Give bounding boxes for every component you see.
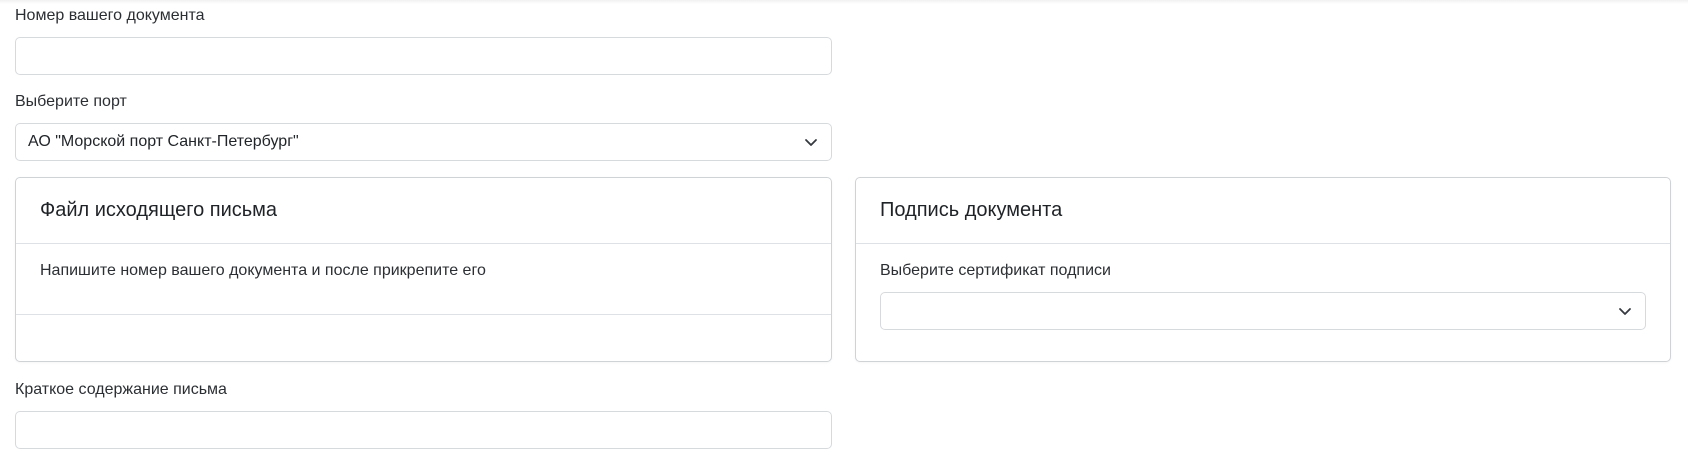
outgoing-file-card: Файл исходящего письма Напишите номер ва…: [15, 177, 832, 362]
port-select-value: АО "Морской порт Санкт-Петербург": [28, 133, 299, 150]
outgoing-file-card-header: Файл исходящего письма: [16, 178, 831, 244]
certificate-label: Выберите сертификат подписи: [880, 262, 1111, 279]
outgoing-file-card-footer: [16, 314, 831, 361]
top-divider: [0, 0, 1688, 4]
outgoing-file-hint: Напишите номер вашего документа и после …: [40, 262, 486, 279]
certificate-select[interactable]: [880, 292, 1646, 330]
signature-card-title: Подпись документа: [880, 199, 1063, 221]
signature-card: Подпись документа Выберите сертификат по…: [855, 177, 1671, 362]
summary-input[interactable]: [15, 411, 832, 449]
outgoing-file-card-title: Файл исходящего письма: [40, 199, 278, 221]
port-select[interactable]: АО "Морской порт Санкт-Петербург": [15, 123, 832, 161]
document-number-input[interactable]: [15, 37, 832, 75]
port-label: Выберите порт: [15, 93, 127, 110]
chevron-down-icon: [805, 139, 817, 146]
chevron-down-icon: [1619, 308, 1631, 315]
summary-label: Краткое содержание письма: [15, 381, 227, 398]
document-number-label: Номер вашего документа: [15, 7, 205, 24]
signature-card-header: Подпись документа: [856, 178, 1670, 244]
